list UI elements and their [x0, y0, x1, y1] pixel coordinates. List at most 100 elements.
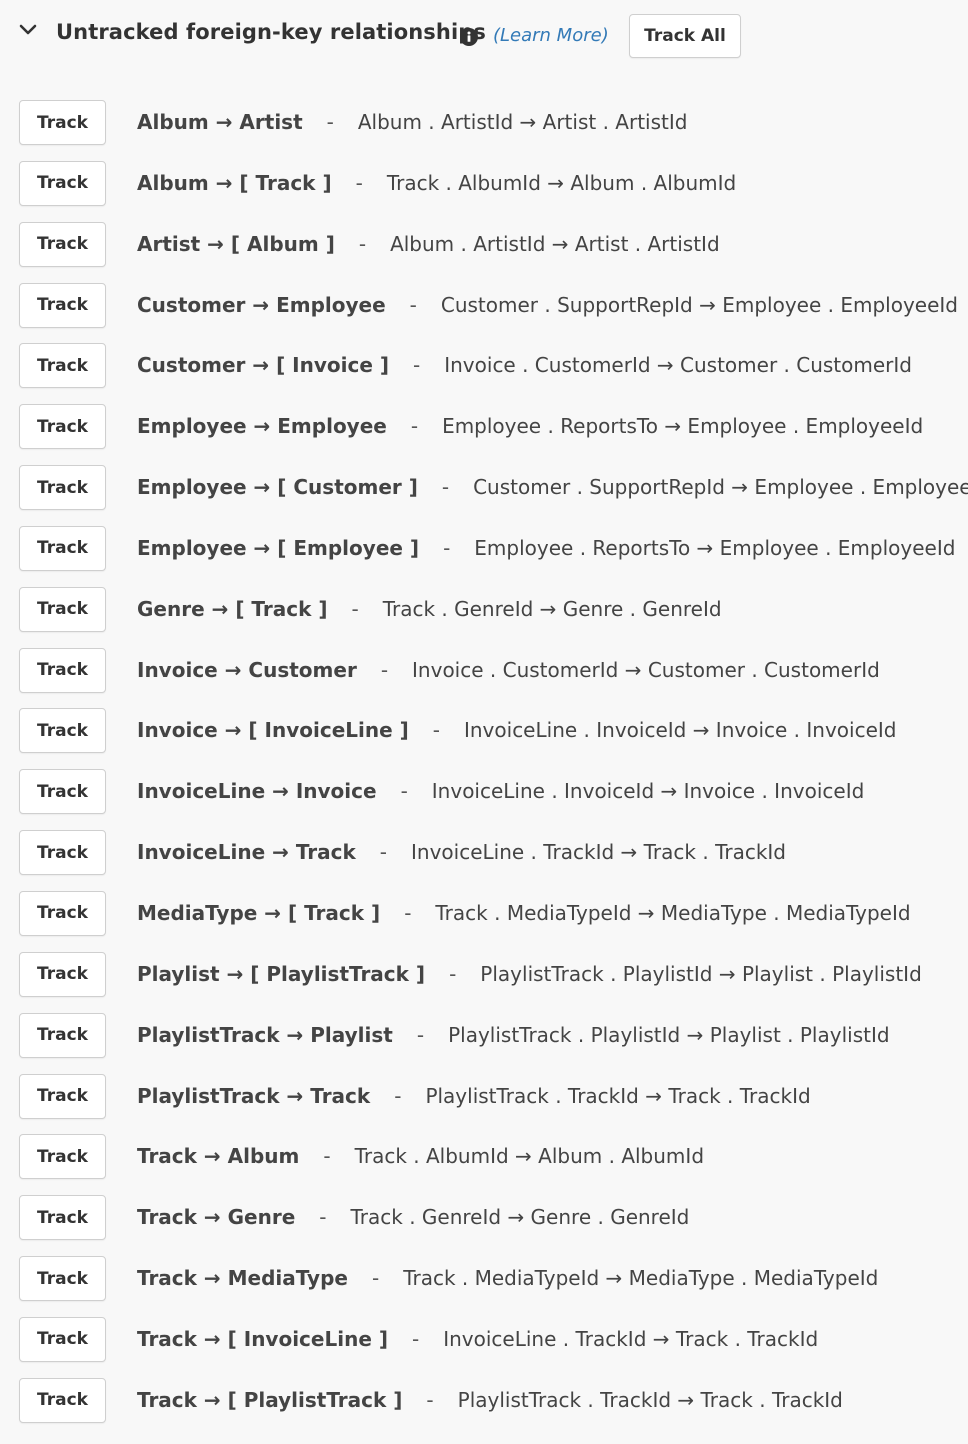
relationship-row: Track InvoiceLine → Track - InvoiceLine . T…: [0, 822, 968, 883]
track-button[interactable]: Track: [19, 404, 106, 450]
track-all-button[interactable]: Track All: [629, 14, 741, 58]
relationship-row: Track Album → [ Track ] - Track . AlbumId →…: [0, 153, 968, 214]
relationship-text: Track → MediaType - Track . MediaTypeId → …: [137, 1248, 878, 1308]
relationship-name: Invoice → Customer: [137, 657, 357, 682]
relationship-name: Genre → [ Track ]: [137, 596, 328, 621]
track-button[interactable]: Track: [19, 100, 106, 145]
relationship-mapping: Customer . SupportRepId → Employee . Emp…: [473, 475, 968, 500]
track-button[interactable]: Track: [19, 160, 106, 206]
relationship-separator: -: [409, 292, 417, 317]
relationship-separator: -: [326, 110, 334, 134]
relationship-text: Album → Artist - Album . ArtistId → Artist…: [137, 92, 687, 152]
track-button[interactable]: Track: [19, 1073, 106, 1119]
relationship-mapping: Album . ArtistId → Artist . ArtistId: [390, 231, 720, 256]
relationship-separator: -: [426, 1387, 434, 1412]
relationship-name: PlaylistTrack → Track: [137, 1083, 371, 1108]
relationship-row: Track MediaType → [ Track ] - Track . Media…: [0, 883, 968, 944]
relationship-text: Employee → [ Employee ] - Employee . Repor…: [137, 518, 955, 578]
track-button[interactable]: Track: [19, 890, 106, 936]
relationship-mapping: PlaylistTrack . PlaylistId → Playlist . …: [448, 1022, 890, 1047]
relationship-row: Track Track → [ PlaylistTrack ] - PlaylistT…: [0, 1370, 968, 1431]
track-button[interactable]: Track: [19, 708, 106, 754]
relationship-mapping: Invoice . CustomerId → Customer . Custom…: [444, 353, 912, 378]
relationship-separator: -: [441, 475, 450, 500]
section-title: Untracked foreign-key relationships: [56, 20, 486, 44]
relationship-name: Album → Artist: [137, 110, 303, 134]
relationship-mapping: InvoiceLine . InvoiceId → Invoice . Invo…: [431, 779, 865, 804]
relationship-name: InvoiceLine → Invoice: [137, 779, 377, 804]
relationship-row: Track Invoice → [ InvoiceLine ] - InvoiceLi…: [0, 700, 968, 761]
track-button[interactable]: Track: [19, 282, 106, 328]
chevron-down-icon[interactable]: [16, 18, 40, 42]
relationship-name: Track → Genre: [137, 1205, 296, 1230]
relationship-text: Track → Genre - Track . GenreId → Genre . …: [137, 1187, 689, 1247]
track-button[interactable]: Track: [19, 586, 106, 632]
relationship-name: PlaylistTrack → Playlist: [137, 1022, 393, 1047]
relationship-row: Track Track → Album - Track . AlbumId → Alb…: [0, 1126, 968, 1187]
relationship-row: Track Customer → [ Invoice ] - Invoice . Cu…: [0, 335, 968, 396]
track-button[interactable]: Track: [19, 951, 106, 997]
track-button[interactable]: Track: [19, 1316, 106, 1362]
track-button[interactable]: Track: [19, 343, 106, 389]
relationship-name: InvoiceLine → Track: [137, 840, 356, 865]
track-button[interactable]: Track: [19, 769, 106, 815]
relationship-separator: -: [319, 1205, 327, 1230]
track-button[interactable]: Track: [19, 1256, 106, 1302]
relationship-row: Track Employee → Employee - Employee . Repo…: [0, 396, 968, 457]
relationship-row: Track Album → Artist - Album . ArtistId → A…: [0, 92, 968, 153]
relationship-text: MediaType → [ Track ] - Track . MediaTypeI…: [137, 883, 911, 943]
relationship-separator: -: [355, 170, 363, 195]
relationship-name: Invoice → [ InvoiceLine ]: [137, 718, 409, 743]
relationship-mapping: Track . GenreId → Genre . GenreId: [350, 1205, 690, 1230]
relationship-name: Track → [ PlaylistTrack ]: [137, 1387, 403, 1412]
relationship-name: Playlist → [ PlaylistTrack ]: [137, 961, 426, 986]
track-button[interactable]: Track: [19, 1012, 106, 1058]
relationship-text: Genre → [ Track ] - Track . GenreId → Genr…: [137, 579, 722, 639]
track-button[interactable]: Track: [19, 1377, 106, 1423]
relationship-mapping: Invoice . CustomerId → Customer . Custom…: [412, 657, 880, 682]
relationship-mapping: InvoiceLine . InvoiceId → Invoice . Invo…: [463, 718, 897, 743]
relationship-separator: -: [380, 657, 389, 682]
track-button[interactable]: Track: [19, 525, 106, 571]
relationship-text: Track → [ InvoiceLine ] - InvoiceLine . Tr…: [137, 1309, 818, 1369]
relationship-row: Track Playlist → [ PlaylistTrack ] - Playli…: [0, 944, 968, 1005]
relationship-mapping: Track . MediaTypeId → MediaType . MediaT…: [435, 900, 911, 925]
track-button[interactable]: Track: [19, 1134, 106, 1180]
relationship-separator: -: [371, 1266, 380, 1291]
relationship-mapping: PlaylistTrack . PlaylistId → Playlist . …: [480, 961, 922, 986]
track-button[interactable]: Track: [19, 221, 106, 267]
relationship-separator: -: [358, 231, 367, 256]
relationship-row: Track InvoiceLine → Invoice - InvoiceLine .…: [0, 761, 968, 822]
relationship-separator: -: [410, 414, 419, 439]
track-button[interactable]: Track: [19, 1195, 106, 1241]
relationship-separator: -: [443, 535, 451, 560]
info-icon[interactable]: [460, 28, 478, 46]
relationship-text: PlaylistTrack → Playlist - PlaylistTrack .…: [137, 1005, 890, 1065]
relationship-separator: -: [416, 1022, 425, 1047]
relationship-mapping: InvoiceLine . TrackId → Track . TrackId: [443, 1326, 819, 1351]
relationship-text: Playlist → [ PlaylistTrack ] - PlaylistTra…: [137, 944, 922, 1004]
learn-more-link[interactable]: (Learn More): [493, 25, 609, 46]
relationship-separator: -: [449, 961, 457, 986]
relationship-separator: -: [379, 840, 387, 865]
relationship-row: Track PlaylistTrack → Track - PlaylistTrack…: [0, 1066, 968, 1127]
relationship-name: Track → Album: [137, 1144, 300, 1169]
relationship-mapping: PlaylistTrack . TrackId → Track . TrackI…: [425, 1083, 811, 1108]
track-button[interactable]: Track: [19, 647, 106, 693]
relationship-mapping: PlaylistTrack . TrackId → Track . TrackI…: [457, 1387, 843, 1412]
relationship-text: Employee → Employee - Employee . ReportsTo…: [137, 396, 923, 456]
section-header: Untracked foreign-key relationships (Lea…: [0, 0, 968, 72]
relationship-row: Track Invoice → Customer - Invoice . Custom…: [0, 640, 968, 701]
relationship-text: Track → Album - Track . AlbumId → Album . …: [137, 1126, 704, 1186]
relationship-mapping: Employee . ReportsTo → Employee . Employ…: [474, 535, 956, 560]
relationship-row: Track Track → MediaType - Track . MediaType…: [0, 1248, 968, 1309]
relationship-separator: -: [404, 900, 412, 925]
relationship-separator: -: [400, 779, 408, 804]
track-button[interactable]: Track: [19, 465, 106, 511]
relationship-text: Artist → [ Album ] - Album . ArtistId → Ar…: [137, 214, 720, 274]
relationship-text: Employee → [ Customer ] - Customer . Suppo…: [137, 457, 968, 517]
relationship-separator: -: [351, 596, 359, 621]
relationship-row: Track Track → [ InvoiceLine ] - InvoiceLine…: [0, 1309, 968, 1370]
track-button[interactable]: Track: [19, 830, 106, 876]
relationship-text: InvoiceLine → Track - InvoiceLine . TrackI…: [137, 822, 786, 882]
